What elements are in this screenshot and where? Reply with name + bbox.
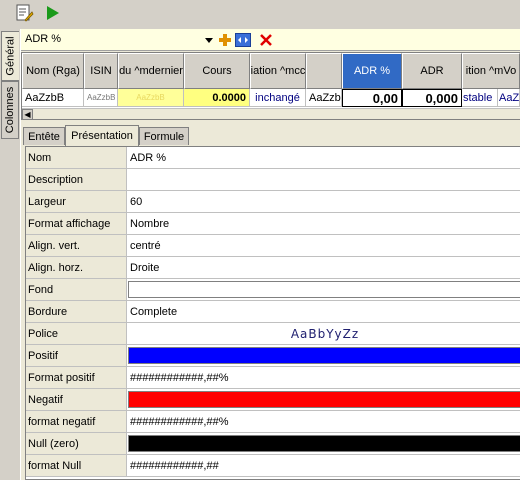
property-row: Fond (26, 279, 520, 301)
column-header[interactable]: iation ^mcc (250, 53, 306, 89)
fond-color-swatch[interactable] (128, 281, 520, 298)
horizontal-scrollbar[interactable]: ◀ (22, 108, 520, 120)
property-name: Fond (26, 279, 127, 300)
grid-cell[interactable]: AaZzbB (84, 89, 118, 107)
property-row: Negatif (26, 389, 520, 411)
tab-formule[interactable]: Formule (139, 127, 189, 145)
property-value[interactable]: centré (128, 235, 520, 256)
add-icon[interactable] (217, 32, 233, 48)
property-value[interactable] (128, 169, 520, 190)
property-row: format negatif ############,##% (26, 411, 520, 433)
tab-entete[interactable]: Entête (23, 127, 65, 145)
column-header[interactable]: ADR (402, 53, 462, 89)
property-row: Format affichage Nombre (26, 213, 520, 235)
property-name: Description (26, 169, 127, 190)
column-header[interactable]: ISIN (84, 53, 118, 89)
property-value[interactable]: ############,## (128, 455, 520, 476)
property-row: Description (26, 169, 520, 191)
properties-table: Nom ADR % Description Largeur 60 Format … (25, 146, 520, 480)
column-selector-bar: ADR % (21, 29, 520, 51)
property-row: Police AaBbYyZz (26, 323, 520, 345)
property-name: Align. horz. (26, 257, 127, 278)
columns-grid: Nom (Rga) ISIN du ^mdernier Cours iation… (21, 52, 520, 120)
property-name: format negatif (26, 411, 127, 432)
property-row: Bordure Complete (26, 301, 520, 323)
main-panel: ADR % Nom (Rga) ISIN du ^mdernier Cours … (20, 29, 520, 480)
property-name: Bordure (26, 301, 127, 322)
property-value[interactable]: ADR % (128, 147, 520, 168)
property-name: Nom (26, 147, 127, 168)
column-header[interactable]: ition ^mVo (462, 53, 520, 89)
property-value[interactable]: 60 (128, 191, 520, 212)
delete-icon[interactable] (258, 32, 274, 48)
property-row: Nom ADR % (26, 147, 520, 169)
null-color-swatch[interactable] (128, 435, 520, 452)
grid-cell[interactable]: inchangé (250, 89, 306, 107)
property-value[interactable]: Complete (128, 301, 520, 322)
play-icon[interactable] (40, 2, 64, 24)
scroll-left-icon[interactable]: ◀ (22, 109, 33, 120)
vtab-general[interactable]: Général (1, 31, 19, 81)
property-name: Null (zero) (26, 433, 127, 454)
property-name: Align. vert. (26, 235, 127, 256)
move-icon[interactable] (235, 32, 251, 48)
property-name: Largeur (26, 191, 127, 212)
column-header-selected[interactable]: ADR % (342, 53, 402, 89)
property-row: Positif (26, 345, 520, 367)
property-value[interactable]: ############,##% (128, 367, 520, 388)
vtab-general-label: Général (4, 36, 17, 76)
vtab-colonnes[interactable]: Colonnes (1, 81, 19, 139)
edit-document-icon[interactable] (12, 2, 36, 24)
property-row: Largeur 60 (26, 191, 520, 213)
grid-cell-cours[interactable]: 0.0000 (184, 89, 250, 107)
grid-cell[interactable]: AaZ (498, 89, 520, 107)
dropdown-arrow-icon[interactable] (201, 32, 217, 48)
column-header[interactable]: Cours (184, 53, 250, 89)
property-name: format Null (26, 455, 127, 476)
property-name: Positif (26, 345, 127, 366)
column-header[interactable]: du ^mdernier (118, 53, 184, 89)
grid-cell-adr-pct[interactable]: 0,00 (342, 89, 402, 107)
property-name: Police (26, 323, 127, 344)
property-row: Align. horz. Droite (26, 257, 520, 279)
grid-cell[interactable]: AaZzbB (22, 89, 84, 107)
property-value[interactable]: Droite (128, 257, 520, 278)
tab-presentation[interactable]: Présentation (65, 125, 139, 146)
property-row: format Null ############,## (26, 455, 520, 477)
grid-cell-adr[interactable]: 0,000 (402, 89, 462, 107)
column-name: ADR % (25, 33, 62, 45)
grid-cell[interactable]: AaZzb (306, 89, 342, 107)
property-name: Format affichage (26, 213, 127, 234)
grid-cell[interactable]: AaZzbB (118, 89, 184, 107)
property-row: Null (zero) (26, 433, 520, 455)
column-header[interactable] (306, 53, 342, 89)
font-preview[interactable]: AaBbYyZz (128, 323, 520, 344)
toolbar (0, 0, 520, 28)
property-value[interactable]: Nombre (128, 213, 520, 234)
positif-color-swatch[interactable] (128, 347, 520, 364)
property-name: Format positif (26, 367, 127, 388)
property-row: Align. vert. centré (26, 235, 520, 257)
negatif-color-swatch[interactable] (128, 391, 520, 408)
property-value[interactable]: ############,##% (128, 411, 520, 432)
property-row: Format positif ############,##% (26, 367, 520, 389)
column-header[interactable]: Nom (Rga) (22, 53, 84, 89)
grid-cell[interactable]: stable (462, 89, 498, 107)
property-name: Negatif (26, 389, 127, 410)
vtab-colonnes-label: Colonnes (4, 86, 17, 134)
vertical-tabs: Général Colonnes (0, 29, 20, 480)
